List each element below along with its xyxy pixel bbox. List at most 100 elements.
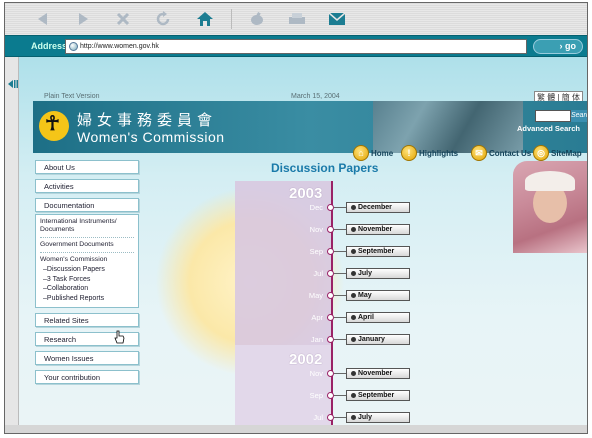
page-date: March 15, 2004 — [291, 93, 340, 100]
bullet-icon — [351, 370, 356, 376]
go-button[interactable]: › go — [533, 39, 583, 54]
documentation-submenu: International Instruments/ Documents Gov… — [35, 214, 139, 308]
refresh-icon[interactable] — [149, 7, 177, 31]
doc-link-government[interactable]: Government Documents — [40, 241, 134, 253]
nav-highlights-label: Highlights — [419, 148, 459, 158]
timeline-connector — [334, 339, 346, 340]
timeline-node — [327, 204, 334, 211]
menu-activities[interactable]: Activities — [35, 179, 139, 193]
decorative-photo — [513, 161, 587, 253]
menu-your-contribution[interactable]: Your contribution — [35, 370, 139, 384]
address-bar: Address http://www.women.gov.hk › go — [5, 35, 587, 57]
doc-sub-published-reports-label: Published Reports — [46, 294, 105, 302]
page-title: Discussion Papers — [271, 161, 379, 175]
bullet-icon — [351, 392, 356, 398]
timeline-connector — [334, 395, 346, 396]
month-button-label: July — [358, 414, 373, 421]
month-button-label: November — [358, 226, 393, 233]
doc-link-international[interactable]: International Instruments/ Documents — [40, 218, 134, 238]
timeline-month-abbr: Jul — [313, 413, 323, 422]
nav-home-label: Home — [371, 148, 394, 158]
y2003-april-button[interactable]: April — [346, 312, 410, 323]
bullet-icon — [351, 314, 356, 320]
menu-related-sites[interactable]: Related Sites — [35, 313, 139, 327]
month-button-label: November — [358, 370, 393, 377]
year-2002: 2002 — [289, 351, 323, 368]
timeline-node — [327, 392, 334, 399]
nav-home[interactable]: ⌂ Home — [353, 145, 393, 161]
timeline-node — [327, 248, 334, 255]
timeline-node — [327, 226, 334, 233]
timeline-connector — [334, 373, 346, 374]
month-button-label: April — [358, 314, 374, 321]
y2003-december-button[interactable]: December — [346, 202, 410, 213]
plain-text-link[interactable]: Plain Text Version — [44, 93, 100, 100]
nav-sitemap-label: SiteMap — [551, 148, 582, 158]
mail-icon[interactable] — [323, 7, 351, 31]
bullet-icon — [351, 226, 356, 232]
highlights-nav-icon: ! — [401, 145, 417, 161]
menu-about-us[interactable]: About Us — [35, 160, 139, 174]
bullet-icon — [351, 292, 356, 298]
timeline-line — [331, 181, 333, 427]
search-button[interactable]: Search — [571, 110, 587, 122]
timeline-node — [327, 270, 334, 277]
y2003-november-button[interactable]: November — [346, 224, 410, 235]
y2002-september-button[interactable]: September — [346, 390, 410, 401]
month-button-label: September — [358, 248, 395, 255]
address-label: Address — [31, 41, 68, 51]
go-label: go — [565, 41, 576, 51]
status-bar — [5, 425, 587, 433]
y2003-may-button[interactable]: May — [346, 290, 410, 301]
sitemap-nav-icon: ◎ — [533, 145, 549, 161]
edit-icon[interactable] — [243, 7, 271, 31]
address-url: http://www.women.gov.hk — [80, 43, 159, 50]
print-icon[interactable] — [283, 7, 311, 31]
search-input[interactable] — [535, 110, 571, 122]
y2002-november-button[interactable]: November — [346, 368, 410, 379]
timeline-node — [327, 314, 334, 321]
timeline-month-abbr: Jan — [310, 335, 323, 344]
timeline-month-abbr: Nov — [309, 369, 323, 378]
nav-contact[interactable]: ✉ Contact Us — [471, 145, 531, 161]
menu-documentation[interactable]: Documentation — [35, 198, 139, 212]
bullet-icon — [351, 270, 356, 276]
timeline-connector — [334, 207, 346, 208]
web-page: Plain Text Version March 15, 2004 繁 體 | … — [19, 57, 587, 427]
y2002-july-button[interactable]: July — [346, 412, 410, 423]
nav-highlights[interactable]: ! Highlights — [401, 145, 458, 161]
logo-figure: ☥ — [45, 113, 60, 135]
globe-icon — [69, 42, 78, 51]
timeline-connector — [334, 295, 346, 296]
back-icon[interactable] — [29, 7, 57, 31]
doc-section-womens-commission[interactable]: Women's Commission — [40, 256, 134, 265]
y2003-january-button[interactable]: January — [346, 334, 410, 345]
timeline-connector — [334, 273, 346, 274]
doc-sub-collaboration[interactable]: –Collaboration — [40, 284, 134, 294]
timeline-connector — [334, 417, 346, 418]
browser-toolbar — [5, 3, 587, 35]
timeline-month-abbr: Dec — [309, 203, 323, 212]
home-icon[interactable] — [191, 7, 219, 31]
menu-women-issues[interactable]: Women Issues — [35, 351, 139, 365]
stop-icon[interactable] — [109, 7, 137, 31]
site-title-chinese: 婦女事務委員會 — [77, 111, 218, 129]
doc-sub-published-reports[interactable]: –Published Reports — [40, 294, 134, 304]
nav-sitemap[interactable]: ◎ SiteMap — [533, 145, 582, 161]
doc-sub-task-forces[interactable]: –3 Task Forces — [40, 275, 134, 285]
y2003-july-button[interactable]: July — [346, 268, 410, 279]
forward-icon[interactable] — [69, 7, 97, 31]
month-button-label: September — [358, 392, 395, 399]
y2003-september-button[interactable]: September — [346, 246, 410, 257]
browser-window: Address http://www.women.gov.hk › go Pla… — [4, 2, 588, 434]
doc-sub-discussion-papers[interactable]: –Discussion Papers — [40, 265, 134, 275]
year-2003: 2003 — [289, 185, 323, 202]
collapse-icon[interactable] — [6, 77, 20, 91]
toolbar-divider — [231, 9, 232, 29]
month-button-label: May — [358, 292, 372, 299]
timeline-month-abbr: May — [308, 291, 323, 300]
advanced-search-link[interactable]: Advanced Search — [517, 124, 580, 133]
photo-hat — [525, 171, 575, 191]
timeline-connector — [334, 251, 346, 252]
address-input[interactable]: http://www.women.gov.hk — [65, 39, 527, 54]
